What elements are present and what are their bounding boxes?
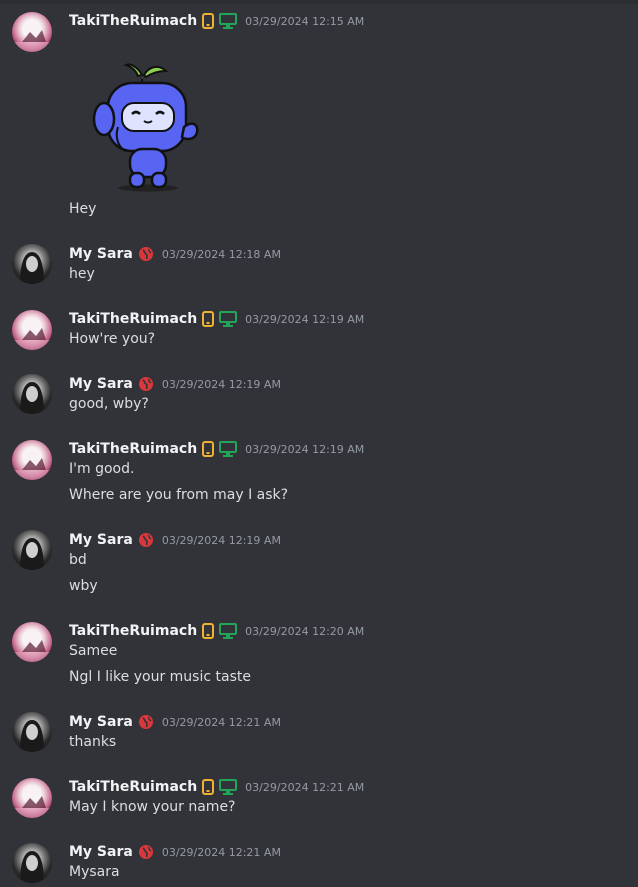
- avatar[interactable]: [12, 374, 52, 414]
- username[interactable]: My Sara: [69, 714, 133, 730]
- message-text: Ngl I like your music taste: [69, 669, 251, 685]
- message-text: Where are you from may I ask?: [69, 487, 289, 503]
- avatar[interactable]: [12, 778, 52, 818]
- avatar[interactable]: [12, 712, 52, 752]
- timestamp[interactable]: 03/29/2024 12:21 AM: [245, 781, 364, 794]
- avatar[interactable]: [12, 310, 52, 350]
- globe-icon: [138, 246, 154, 262]
- username[interactable]: TakiTheRuimach: [69, 779, 197, 795]
- avatar[interactable]: [12, 530, 52, 570]
- phone-icon: [202, 441, 215, 457]
- globe-icon: [138, 376, 154, 392]
- message-header: My Sara 03/29/2024 12:21 AM: [69, 842, 281, 862]
- timestamp[interactable]: 03/29/2024 12:21 AM: [162, 716, 281, 729]
- message-text: How're you?: [69, 331, 156, 347]
- username[interactable]: My Sara: [69, 532, 133, 548]
- message-text: hey: [69, 266, 95, 282]
- desktop-icon: [219, 779, 238, 795]
- timestamp[interactable]: 03/29/2024 12:20 AM: [245, 625, 364, 638]
- timestamp[interactable]: 03/29/2024 12:19 AM: [245, 313, 364, 326]
- timestamp[interactable]: 03/29/2024 12:15 AM: [245, 15, 364, 28]
- phone-icon: [202, 779, 215, 795]
- message-text: bd: [69, 552, 87, 568]
- message-header: TakiTheRuimach 03/29/2024 12:21 AM: [69, 777, 364, 797]
- timestamp[interactable]: 03/29/2024 12:19 AM: [162, 534, 281, 547]
- username[interactable]: TakiTheRuimach: [69, 13, 197, 29]
- username[interactable]: TakiTheRuimach: [69, 311, 197, 327]
- avatar[interactable]: [12, 244, 52, 284]
- message-header: TakiTheRuimach 03/29/2024 12:15 AM: [69, 11, 364, 31]
- message-text: good, wby?: [69, 396, 149, 412]
- phone-icon: [202, 13, 215, 29]
- username[interactable]: My Sara: [69, 246, 133, 262]
- avatar[interactable]: [12, 843, 52, 883]
- message-header: TakiTheRuimach 03/29/2024 12:19 AM: [69, 439, 364, 459]
- message-text: Samee: [69, 643, 118, 659]
- desktop-icon: [219, 13, 238, 29]
- timestamp[interactable]: 03/29/2024 12:19 AM: [162, 378, 281, 391]
- desktop-icon: [219, 311, 238, 327]
- phone-icon: [202, 311, 215, 327]
- wumpus-sticker[interactable]: [80, 57, 205, 197]
- message-text: thanks: [69, 734, 117, 750]
- desktop-icon: [219, 623, 238, 639]
- message-header: My Sara 03/29/2024 12:21 AM: [69, 712, 281, 732]
- globe-icon: [138, 844, 154, 860]
- message-text: I'm good.: [69, 461, 135, 477]
- username[interactable]: My Sara: [69, 844, 133, 860]
- message-text: Mysara: [69, 864, 120, 880]
- message-header: TakiTheRuimach 03/29/2024 12:19 AM: [69, 309, 364, 329]
- message-text: May I know your name?: [69, 799, 236, 815]
- username[interactable]: My Sara: [69, 376, 133, 392]
- message-header: TakiTheRuimach 03/29/2024 12:20 AM: [69, 621, 364, 641]
- globe-icon: [138, 714, 154, 730]
- globe-icon: [138, 532, 154, 548]
- phone-icon: [202, 623, 215, 639]
- avatar[interactable]: [12, 440, 52, 480]
- avatar[interactable]: [12, 622, 52, 662]
- channel-top-border: [0, 0, 638, 4]
- timestamp[interactable]: 03/29/2024 12:19 AM: [245, 443, 364, 456]
- message-text: wby: [69, 578, 98, 594]
- timestamp[interactable]: 03/29/2024 12:18 AM: [162, 248, 281, 261]
- desktop-icon: [219, 441, 238, 457]
- username[interactable]: TakiTheRuimach: [69, 623, 197, 639]
- avatar[interactable]: [12, 12, 52, 52]
- message-header: My Sara 03/29/2024 12:19 AM: [69, 374, 281, 394]
- message-header: My Sara 03/29/2024 12:18 AM: [69, 244, 281, 264]
- timestamp[interactable]: 03/29/2024 12:21 AM: [162, 846, 281, 859]
- message-header: My Sara 03/29/2024 12:19 AM: [69, 530, 281, 550]
- username[interactable]: TakiTheRuimach: [69, 441, 197, 457]
- message-text: Hey: [69, 201, 97, 217]
